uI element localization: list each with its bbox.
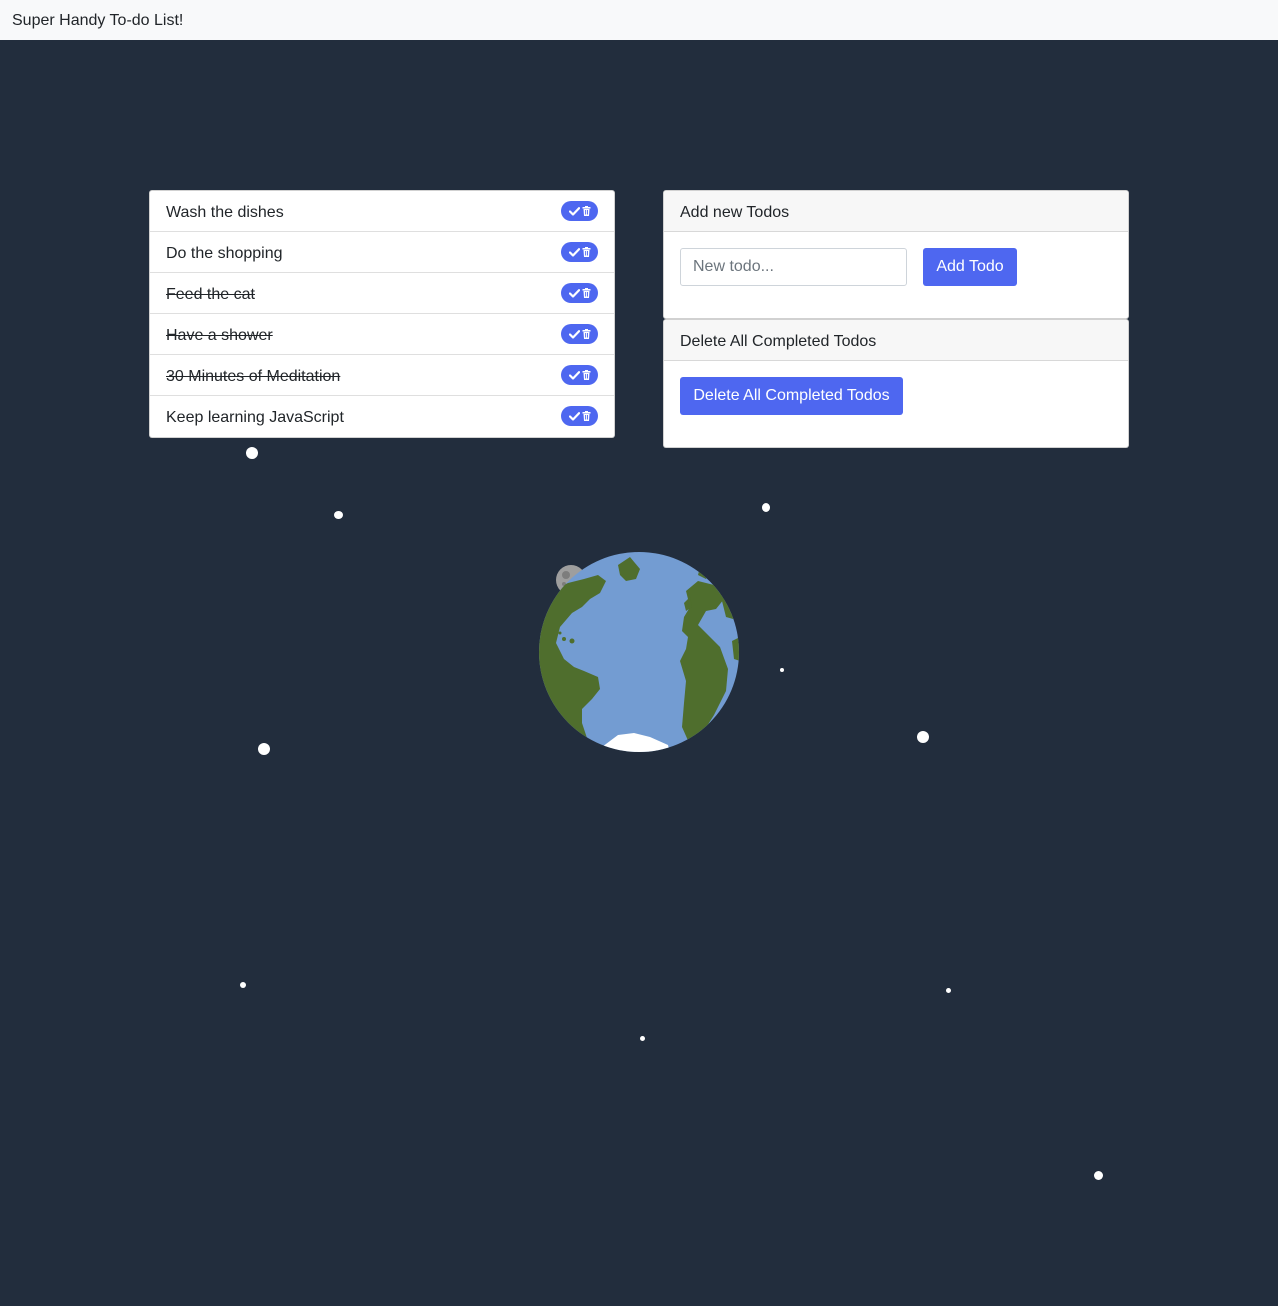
check-icon[interactable] bbox=[568, 370, 580, 380]
delete-completed-card-header: Delete All Completed Todos bbox=[664, 320, 1128, 361]
star-icon bbox=[246, 447, 258, 459]
trash-icon[interactable] bbox=[582, 206, 591, 216]
todo-actions-pill[interactable] bbox=[561, 201, 598, 221]
trash-icon[interactable] bbox=[582, 247, 591, 257]
star-icon bbox=[1094, 1171, 1103, 1180]
add-todo-button[interactable]: Add Todo bbox=[923, 248, 1017, 286]
check-icon[interactable] bbox=[568, 329, 580, 339]
trash-icon[interactable] bbox=[582, 288, 591, 298]
star-icon bbox=[240, 982, 246, 988]
todo-text: Keep learning JavaScript bbox=[166, 409, 344, 426]
todo-text: Do the shopping bbox=[166, 245, 283, 262]
earth-icon bbox=[539, 552, 739, 752]
star-icon bbox=[780, 668, 784, 672]
star-icon bbox=[917, 731, 929, 743]
navbar: Super Handy To-do List! bbox=[0, 0, 1278, 40]
todo-text: 30 Minutes of Meditation bbox=[166, 368, 341, 385]
trash-icon[interactable] bbox=[582, 370, 591, 380]
star-icon bbox=[258, 743, 270, 755]
todo-text: Have a shower bbox=[166, 327, 273, 344]
check-icon[interactable] bbox=[568, 247, 580, 257]
star-icon bbox=[640, 1036, 645, 1041]
add-todo-card-header: Add new Todos bbox=[664, 191, 1128, 232]
todo-actions-pill[interactable] bbox=[561, 283, 598, 303]
todo-item: 30 Minutes of Meditation bbox=[150, 355, 614, 396]
todo-item: Wash the dishes bbox=[150, 191, 614, 232]
todo-actions-pill[interactable] bbox=[561, 406, 598, 426]
add-todo-card: Add new Todos Add Todo bbox=[663, 190, 1129, 319]
todo-text: Feed the cat bbox=[166, 286, 255, 303]
app-title: Super Handy To-do List! bbox=[12, 12, 184, 29]
todo-item: Have a shower bbox=[150, 314, 614, 355]
check-icon[interactable] bbox=[568, 288, 580, 298]
delete-completed-card: Delete All Completed Todos Delete All Co… bbox=[663, 319, 1129, 448]
todo-actions-pill[interactable] bbox=[561, 242, 598, 262]
delete-completed-button[interactable]: Delete All Completed Todos bbox=[680, 377, 903, 415]
todo-item: Do the shopping bbox=[150, 232, 614, 273]
star-icon bbox=[946, 988, 951, 993]
todo-item: Feed the cat bbox=[150, 273, 614, 314]
star-icon bbox=[334, 511, 343, 519]
todo-list: Wash the dishes Do the shopping Feed the… bbox=[149, 190, 615, 438]
check-icon[interactable] bbox=[568, 206, 580, 216]
star-icon bbox=[762, 503, 770, 512]
trash-icon[interactable] bbox=[582, 411, 591, 421]
todo-text: Wash the dishes bbox=[166, 204, 284, 221]
new-todo-input[interactable] bbox=[680, 248, 907, 286]
trash-icon[interactable] bbox=[582, 329, 591, 339]
todo-actions-pill[interactable] bbox=[561, 365, 598, 385]
check-icon[interactable] bbox=[568, 411, 580, 421]
todo-item: Keep learning JavaScript bbox=[150, 396, 614, 437]
todo-actions-pill[interactable] bbox=[561, 324, 598, 344]
